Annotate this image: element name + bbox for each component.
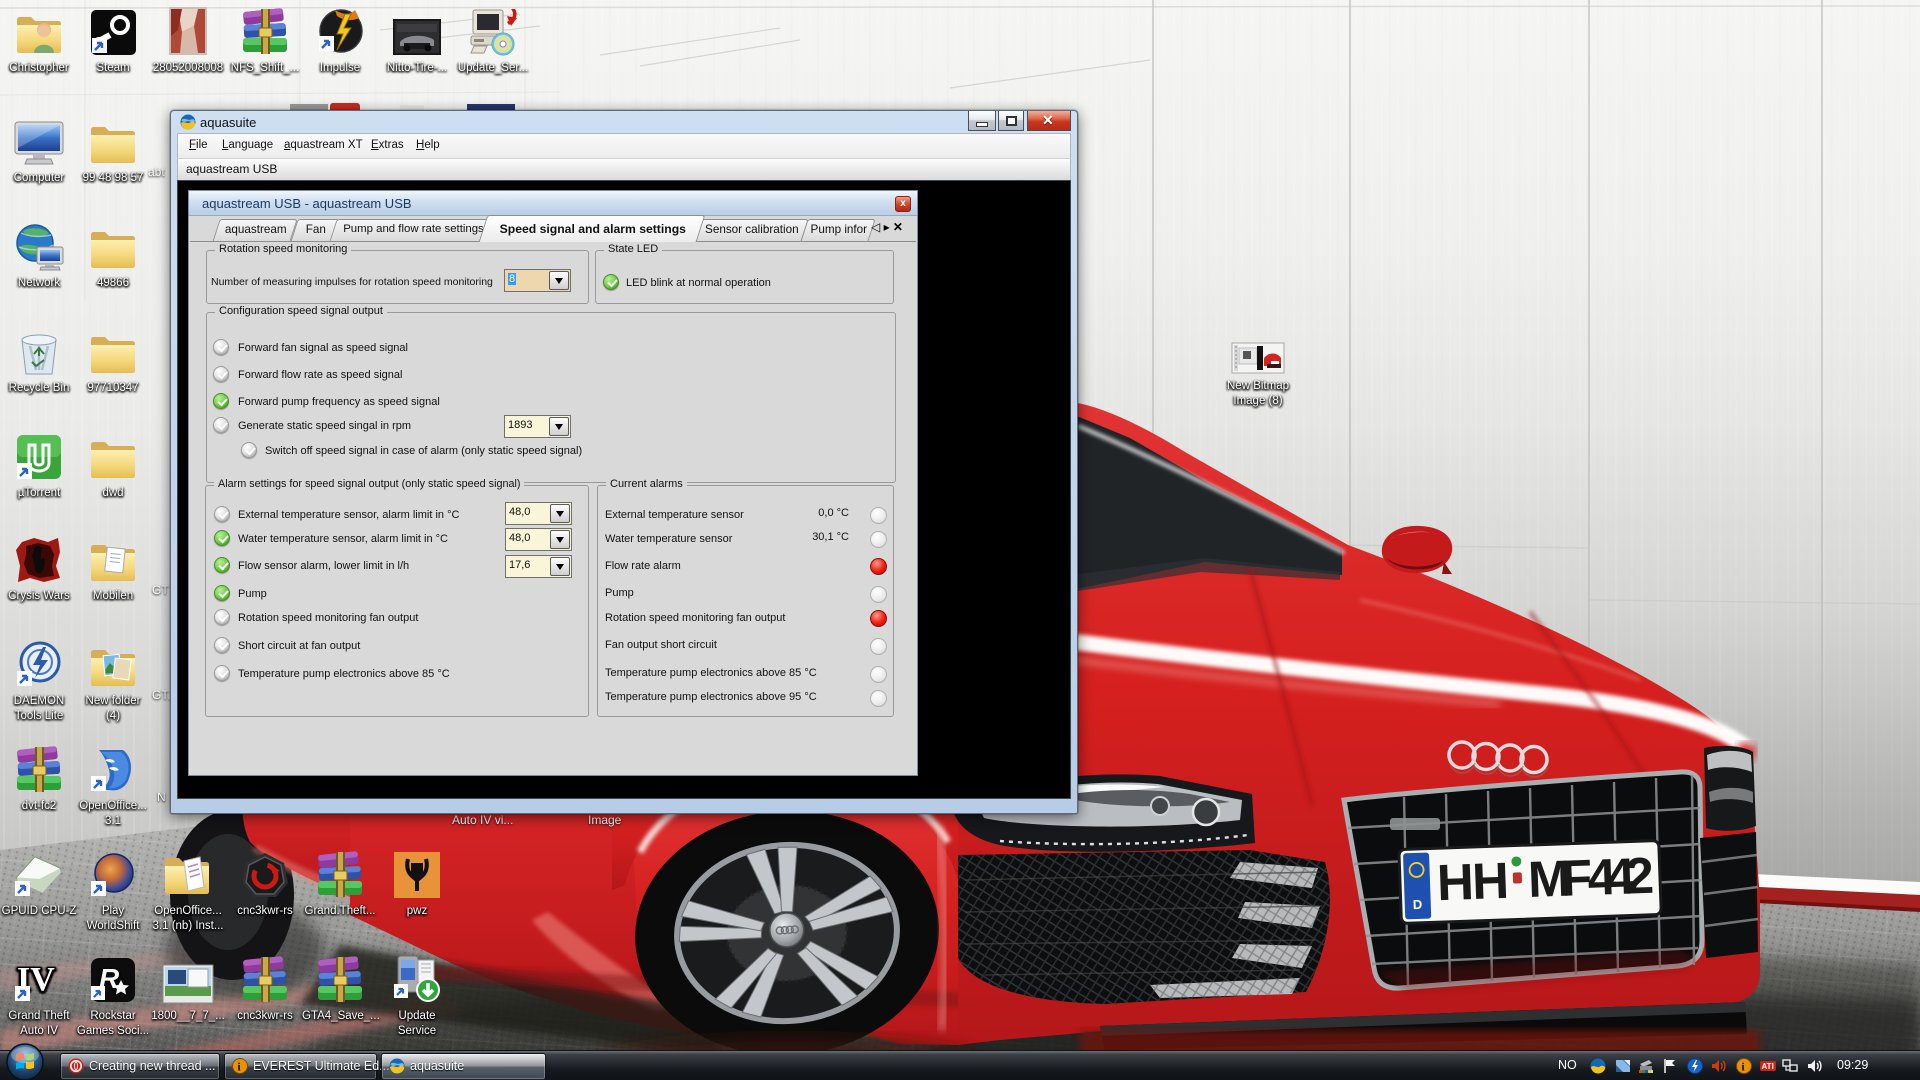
svg-text:MF 442: MF 442 (1527, 847, 1655, 908)
svg-text:ATI: ATI (1762, 1062, 1774, 1071)
svg-text:HH: HH (1436, 852, 1510, 911)
svg-text:D: D (1413, 897, 1423, 912)
